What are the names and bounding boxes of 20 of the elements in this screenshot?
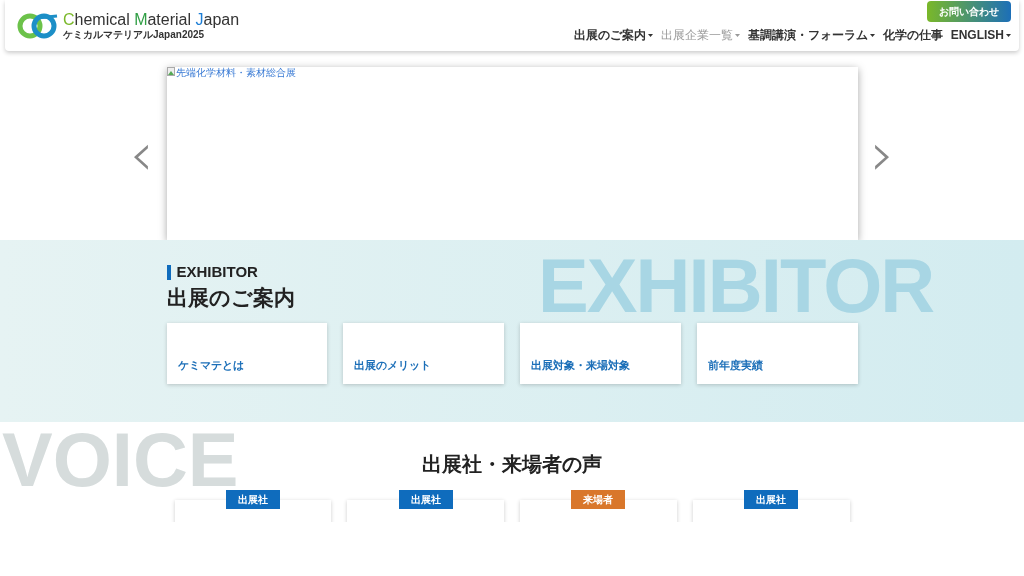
category-tag: 出展社 [744,490,799,509]
category-tag: 出展社 [398,490,453,509]
info-card[interactable]: 出展のメリット [343,323,504,384]
section-title: 出展社・来場者の声 [422,452,602,477]
image-alt-text: 先端化学材料・素材総合展 [175,67,296,78]
category-tag: 出展社 [225,490,280,509]
info-card[interactable]: 前年度実績 [696,323,858,384]
nav-link[interactable]: 出展のご案内 [573,26,653,44]
section-eyebrow: EXHIBITOR [176,263,258,281]
info-card[interactable]: ケミマテとは [166,323,328,384]
nav-link[interactable]: ENGLISH [950,26,1011,44]
logo-icon [17,11,59,40]
broken-image-icon [166,67,175,76]
info-card[interactable]: 出展対象・来場対象 [520,323,681,384]
category-tag: 来場者 [571,490,626,509]
nav-link[interactable]: 基調講演・フォーラム [747,26,875,44]
nav-link[interactable]: 化学の仕事 [882,26,943,44]
logo-title[interactable]: Chemical Material Japan [63,10,240,29]
contact-button[interactable]: お問い合わせ [927,1,1011,22]
logo-subtitle: ケミカルマテリアルJapan2025 [63,28,206,41]
